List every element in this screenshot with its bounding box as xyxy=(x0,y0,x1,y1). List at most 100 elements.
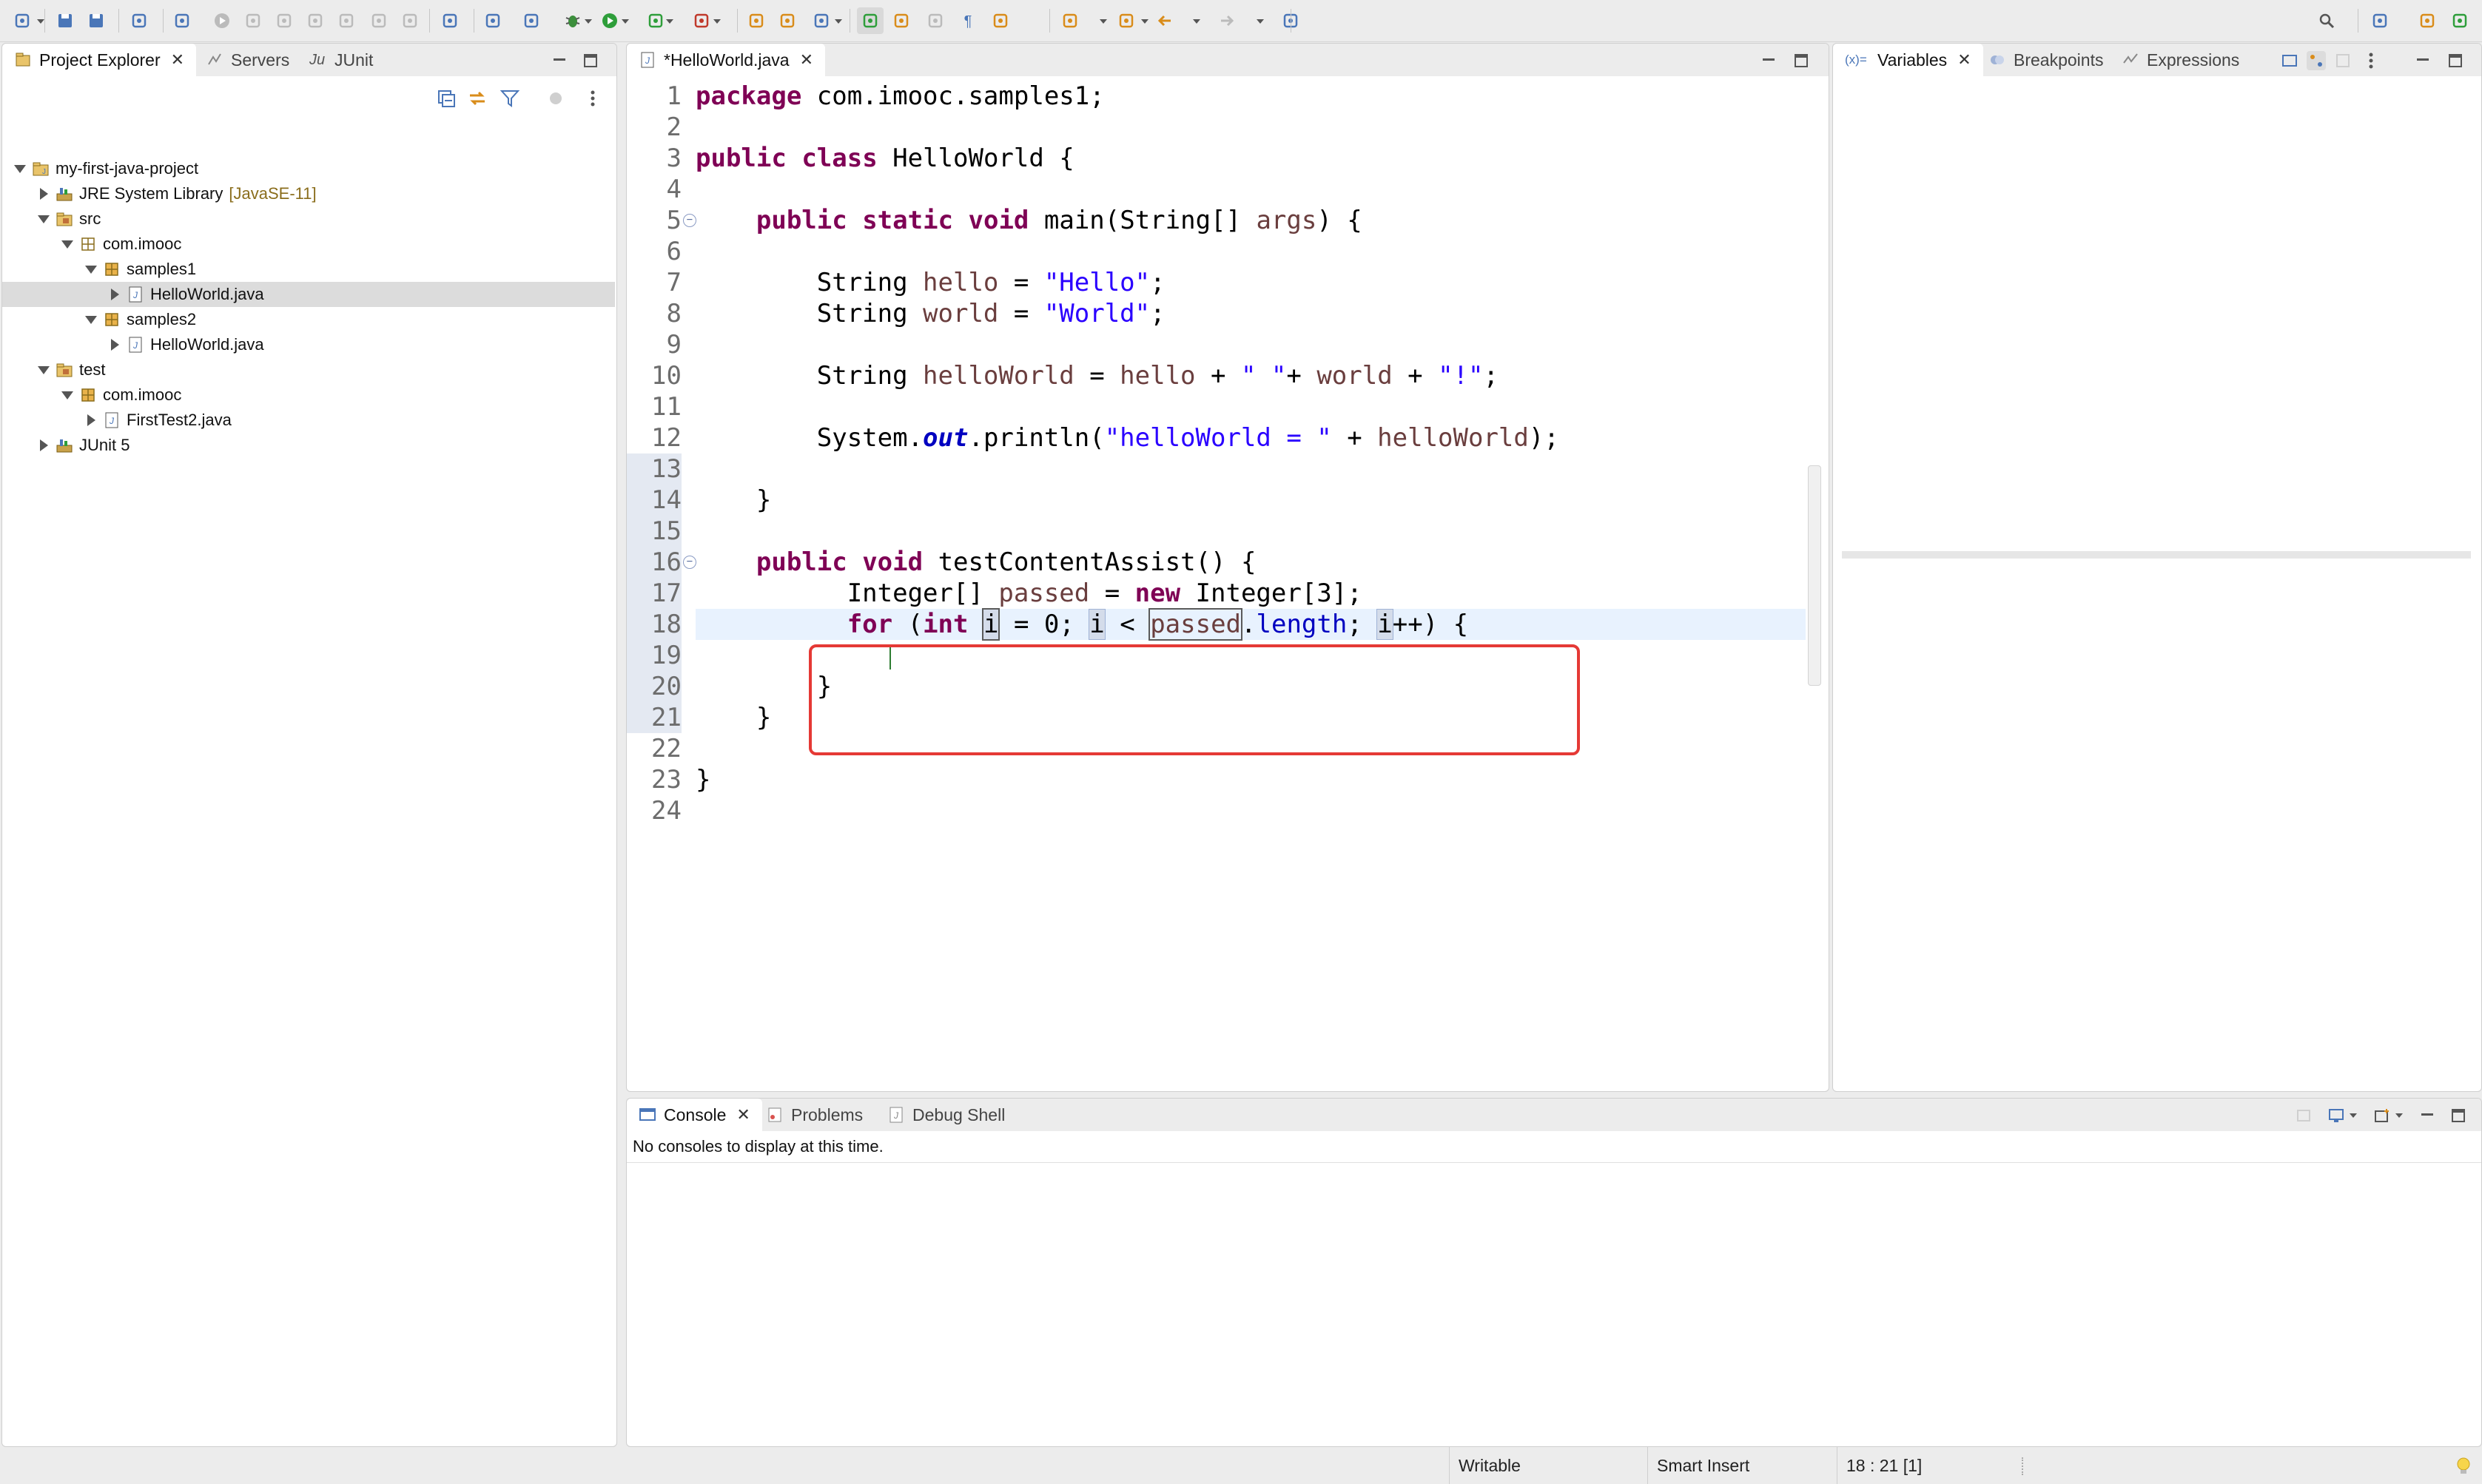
expanded-arrow-icon[interactable] xyxy=(84,312,98,327)
chevron-down-icon[interactable] xyxy=(835,19,842,24)
expanded-arrow-icon[interactable] xyxy=(84,262,98,277)
tab-console[interactable]: Console ✕ xyxy=(627,1099,762,1131)
tab-breakpoints[interactable]: Breakpoints xyxy=(1988,44,2103,76)
new-wizard-button[interactable] xyxy=(9,7,36,34)
minimize-icon[interactable] xyxy=(550,51,569,70)
code-editor[interactable]: 1 package com.imooc.samples1; 2 3 public cla… xyxy=(627,81,1826,1087)
tab-variables[interactable]: (x)= Variables ✕ xyxy=(1833,44,1983,76)
maximize-icon[interactable] xyxy=(2449,1106,2468,1125)
coverage-button[interactable] xyxy=(642,7,669,34)
chevron-down-icon[interactable] xyxy=(1257,19,1264,24)
pin-console-icon[interactable] xyxy=(2295,1106,2314,1125)
external-tools-button[interactable] xyxy=(688,7,715,34)
tree-item[interactable]: Jmy-first-java-project xyxy=(2,156,615,181)
expanded-arrow-icon[interactable] xyxy=(13,161,27,176)
step-over-button[interactable] xyxy=(366,7,392,34)
collapsed-arrow-icon[interactable] xyxy=(107,287,122,302)
tree-item[interactable]: JUnit 5 xyxy=(2,433,615,458)
tab-junit[interactable]: Ju JUnit xyxy=(309,44,373,76)
chevron-down-icon[interactable] xyxy=(1141,19,1148,24)
display-selected-console-icon[interactable] xyxy=(2327,1106,2347,1125)
resume-button[interactable] xyxy=(209,7,235,34)
print-button[interactable] xyxy=(126,7,152,34)
java-perspective-button[interactable] xyxy=(2414,7,2441,34)
tree-item[interactable]: J HelloWorld.java xyxy=(2,282,615,307)
chevron-down-icon[interactable] xyxy=(37,19,44,24)
close-icon[interactable]: ✕ xyxy=(171,50,184,70)
close-icon[interactable]: ✕ xyxy=(736,1105,750,1124)
expanded-arrow-icon[interactable] xyxy=(36,212,51,226)
tree-item[interactable]: JRE System Library [JavaSE-11] xyxy=(2,181,615,206)
toggle-mark-occurrences-button[interactable] xyxy=(857,7,884,34)
suspend-button[interactable] xyxy=(240,7,266,34)
save-all-button[interactable] xyxy=(83,7,110,34)
tree-item[interactable]: J FirstTest2.java xyxy=(2,408,615,433)
tab-helloworld-java[interactable]: J *HelloWorld.java ✕ xyxy=(627,44,826,76)
collapsed-arrow-icon[interactable] xyxy=(36,186,51,201)
show-whitespace-button[interactable]: ¶ xyxy=(955,7,981,34)
chevron-down-icon[interactable] xyxy=(2350,1113,2357,1118)
collapsed-arrow-icon[interactable] xyxy=(107,337,122,352)
fold-collapse-icon[interactable]: − xyxy=(683,214,696,227)
tree-item[interactable]: com.imooc xyxy=(2,232,615,257)
debug-perspective-button[interactable] xyxy=(2446,7,2473,34)
filter-icon[interactable] xyxy=(500,88,520,109)
view-menu-icon[interactable] xyxy=(582,88,603,109)
toggle-highlight-button[interactable] xyxy=(888,7,915,34)
tab-debug-shell[interactable]: J Debug Shell xyxy=(887,1099,1005,1131)
minimize-icon[interactable] xyxy=(2418,1106,2437,1125)
sync-icon[interactable] xyxy=(545,88,566,109)
step-into-button[interactable] xyxy=(333,7,360,34)
expanded-arrow-icon[interactable] xyxy=(60,237,75,252)
refactor-button[interactable] xyxy=(480,7,506,34)
link-with-editor-icon[interactable] xyxy=(467,88,488,109)
chevron-down-icon[interactable] xyxy=(713,19,721,24)
open-type-button[interactable] xyxy=(743,7,770,34)
open-task-button[interactable] xyxy=(774,7,801,34)
close-icon[interactable]: ✕ xyxy=(800,50,813,70)
chevron-down-icon[interactable] xyxy=(1193,19,1200,24)
disconnect-button[interactable] xyxy=(302,7,329,34)
maximize-icon[interactable] xyxy=(2446,51,2465,70)
minimize-icon[interactable] xyxy=(1759,51,1778,70)
back-button[interactable] xyxy=(1151,7,1178,34)
forward-button[interactable] xyxy=(1214,7,1240,34)
collapsed-arrow-icon[interactable] xyxy=(36,438,51,453)
tab-expressions[interactable]: Expressions xyxy=(2122,44,2239,76)
close-icon[interactable]: ✕ xyxy=(1957,50,1971,70)
lightbulb-icon[interactable] xyxy=(2454,1456,2473,1477)
chevron-down-icon[interactable] xyxy=(1100,19,1107,24)
expanded-arrow-icon[interactable] xyxy=(36,362,51,377)
debug-button[interactable] xyxy=(559,7,586,34)
toggle-breadcrumb-button[interactable] xyxy=(922,7,949,34)
tree-item[interactable]: samples2 xyxy=(2,307,615,332)
tree-item[interactable]: src xyxy=(2,206,615,232)
show-logical-structure-icon[interactable] xyxy=(2307,51,2326,70)
open-console-button[interactable] xyxy=(518,7,545,34)
previous-annotation-button[interactable] xyxy=(1057,7,1083,34)
last-edit-button[interactable] xyxy=(1113,7,1140,34)
editor-scrollbar[interactable] xyxy=(1808,465,1821,686)
chevron-down-icon[interactable] xyxy=(2395,1113,2403,1118)
maximize-icon[interactable] xyxy=(1792,51,1811,70)
terminate-button[interactable] xyxy=(271,7,297,34)
fold-collapse-icon[interactable]: − xyxy=(683,556,696,569)
tree-item[interactable]: samples1 xyxy=(2,257,615,282)
tab-problems[interactable]: Problems xyxy=(766,1099,863,1131)
step-return-button[interactable] xyxy=(397,7,423,34)
tab-project-explorer[interactable]: Project Explorer ✕ xyxy=(2,44,197,76)
open-console-icon[interactable] xyxy=(2373,1106,2392,1125)
minimize-icon[interactable] xyxy=(2413,51,2432,70)
show-type-names-icon[interactable] xyxy=(2280,51,2299,70)
chevron-down-icon[interactable] xyxy=(622,19,629,24)
save-button[interactable] xyxy=(52,7,78,34)
build-button[interactable] xyxy=(437,7,463,34)
collapsed-arrow-icon[interactable] xyxy=(84,413,98,428)
collapse-all-icon[interactable] xyxy=(436,88,457,109)
open-perspective-button[interactable] xyxy=(2367,7,2393,34)
run-button[interactable] xyxy=(596,7,623,34)
tree-item[interactable]: J HelloWorld.java xyxy=(2,332,615,357)
quick-access-search-button[interactable] xyxy=(2313,7,2340,34)
skip-breakpoints-button[interactable] xyxy=(169,7,195,34)
variables-detail-sash[interactable] xyxy=(1842,551,2471,559)
